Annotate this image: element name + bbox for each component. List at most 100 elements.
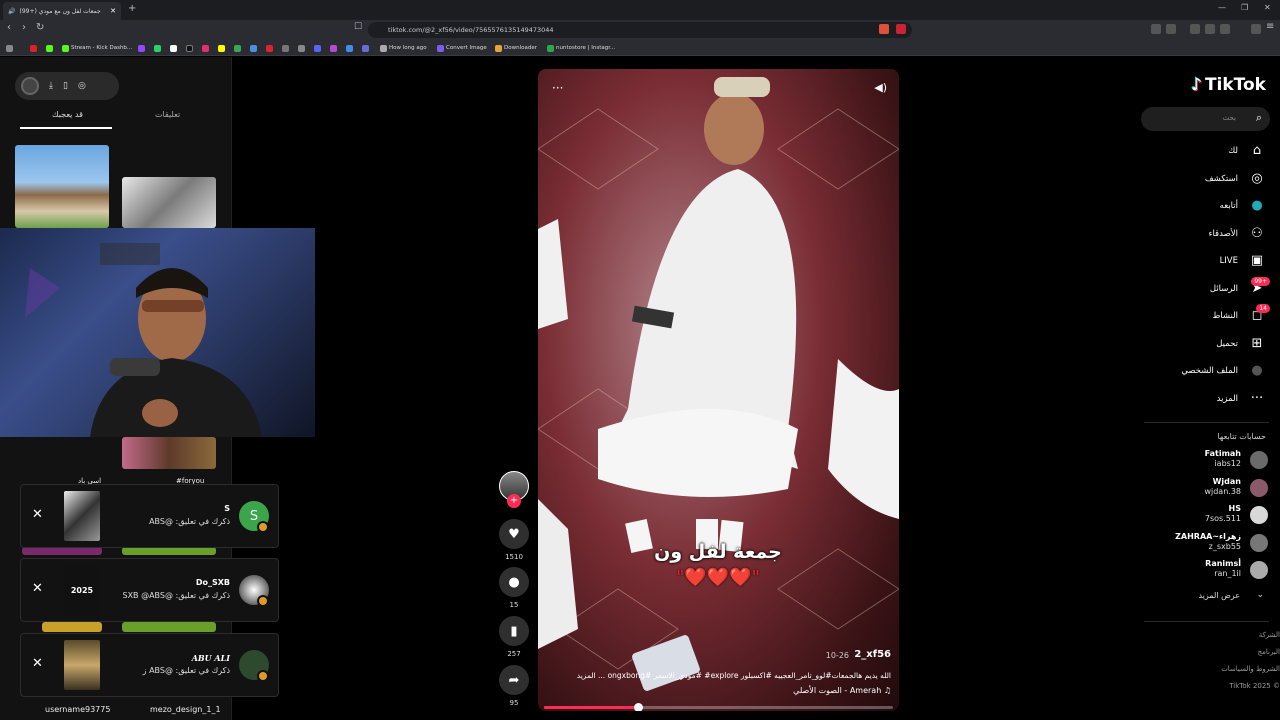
wallet-icon[interactable] (1220, 24, 1230, 34)
back-icon[interactable]: ‹ (7, 22, 11, 33)
volume-icon[interactable]: ◀︎) (874, 81, 887, 94)
bookmark-icon[interactable] (298, 43, 305, 53)
see-more-button[interactable]: عرض المزيد (1198, 591, 1240, 600)
phone-icon[interactable]: ▯ (63, 81, 68, 91)
menu-icon[interactable]: ≡ (1266, 21, 1274, 32)
sidebar-item-9[interactable]: ··· المزيد (1146, 389, 1266, 409)
new-tab-button[interactable]: + (128, 3, 136, 14)
sidebar-item-2[interactable]: ● أتابعه (1146, 196, 1266, 216)
video-thumbnail[interactable] (122, 622, 216, 632)
following-account[interactable]: Fatimah iabs12 (1148, 449, 1268, 471)
bookmark-icon[interactable] (314, 43, 321, 53)
download-icon[interactable]: ⤓ (49, 81, 53, 91)
follow-button[interactable]: + (507, 494, 521, 508)
sidebar-item-8[interactable]: ● الملف الشخصي (1146, 361, 1266, 381)
video-author[interactable]: 2_xf56 (854, 649, 891, 660)
video-thumbnail[interactable] (22, 547, 102, 555)
bookmark-icon[interactable] (282, 43, 289, 53)
extension-icon[interactable] (1166, 24, 1176, 34)
bookmark-icon[interactable] (46, 43, 53, 53)
comment-button[interactable]: ● (499, 567, 529, 597)
avatar[interactable] (1250, 561, 1268, 579)
rewards-icon[interactable] (896, 24, 906, 34)
sidebar-icon[interactable] (1205, 24, 1215, 34)
video-thumbnail[interactable] (42, 622, 102, 632)
bookmark-icon[interactable] (154, 43, 161, 53)
footer-link[interactable]: الشركة (1259, 631, 1280, 639)
bookmark-icon[interactable] (138, 43, 145, 53)
compass-icon[interactable]: ◎ (78, 81, 86, 91)
close-icon[interactable]: ✕ (32, 507, 43, 522)
bookmark-how-long-ago[interactable]: How long ago (380, 43, 427, 53)
maximize-icon[interactable]: ❐ (1241, 3, 1248, 12)
progress-knob[interactable] (634, 703, 644, 711)
video-thumbnail[interactable] (15, 145, 109, 228)
search-input[interactable]: بحث ⌕ (1141, 107, 1270, 131)
video-thumbnail[interactable] (122, 547, 216, 555)
progress-bar[interactable] (544, 703, 893, 711)
bookmark-nuntostore[interactable]: nuntostore | Instagr... (547, 43, 615, 53)
bookmark-icon[interactable] (266, 43, 273, 53)
bookmark-convert-image[interactable]: Convert Image (437, 43, 487, 53)
avatar[interactable] (1250, 533, 1268, 552)
following-account[interactable]: Ranimsأ ran_1il (1148, 559, 1268, 581)
footer-link[interactable]: البرنامج (1258, 648, 1280, 656)
address-bar[interactable]: tiktok.com/@2_xf56/video/756557613514947… (368, 22, 912, 38)
sidebar-item-6[interactable]: ◻ النشاط 14 (1146, 304, 1270, 326)
forward-icon[interactable]: › (22, 22, 26, 33)
creator-avatar[interactable] (21, 77, 39, 95)
avatar[interactable] (1250, 478, 1268, 497)
mention-notification[interactable]: ✕ S ذكرك في تعليق: @ABS S (20, 484, 279, 548)
tab-comments[interactable]: تعليقات (155, 110, 180, 119)
apps-icon[interactable] (6, 43, 13, 53)
more-options-icon[interactable]: ··· (552, 81, 563, 95)
close-tab-icon[interactable]: ✕ (110, 7, 116, 15)
search-icon[interactable]: ⌕ (1256, 111, 1262, 125)
browser-tab[interactable]: 🔊 (99+) جمعات لفل ون مع مودي ✕ (3, 2, 121, 20)
footer-link[interactable]: الشروط والسياسات (1221, 665, 1280, 673)
footer-link[interactable]: © 2025 TikTok (1229, 682, 1280, 690)
minimize-icon[interactable]: — (1218, 3, 1226, 12)
tiktok-logo[interactable]: ♪ TikTok (1191, 75, 1266, 95)
bookmark-icon[interactable] (186, 43, 193, 53)
sidebar-item-5[interactable]: ➤ الرسائل 99+ (1146, 276, 1270, 299)
sidebar-item-3[interactable]: ⚇ الأصدقاء (1146, 224, 1266, 244)
bookmark-icon[interactable] (234, 43, 241, 53)
video-player[interactable]: ··· ◀︎) جمعة لفل ون "❤️❤️❤️" 2_xf56 10-2… (538, 69, 899, 711)
following-account[interactable]: ZAHRAA~زهراء z_sxb55 (1148, 532, 1268, 554)
avatar[interactable] (1250, 451, 1268, 469)
following-account[interactable]: HS 7sos.511 (1148, 504, 1268, 526)
vpn-icon[interactable] (1251, 24, 1261, 34)
sidebar-item-0[interactable]: ⌂ لك (1146, 141, 1266, 161)
bookmark-icon[interactable] (346, 43, 353, 53)
share-button[interactable]: ➦ (499, 665, 529, 695)
following-account[interactable]: Wjdan wjdan.38 (1148, 477, 1268, 499)
sidebar-item-1[interactable]: ◎ استكشف (1146, 169, 1266, 189)
chevron-down-icon[interactable]: ⌄ (1256, 590, 1264, 600)
video-description[interactable]: الله يديم هالجمعات#لوو_تامر_العجيبه #اكس… (546, 671, 891, 680)
mention-notification[interactable]: ✕ 2025 Do_SXB ذكرك في تعليق: @SXB @ABS (20, 558, 279, 622)
video-thumbnail[interactable] (122, 437, 216, 469)
brave-shield-icon[interactable] (879, 24, 889, 34)
bookmark-icon[interactable] (330, 43, 337, 53)
bookmark-icon[interactable] (218, 43, 225, 53)
thumb-username[interactable]: mezo_design_1_1 (150, 705, 221, 714)
video-music[interactable]: ♫ Amerah - الصوت الأصلي (793, 686, 891, 695)
extension-icon[interactable] (1151, 24, 1161, 34)
close-icon[interactable]: ✕ (32, 581, 43, 596)
tab-you-may-like[interactable]: قد يعجبك (52, 110, 83, 119)
save-button[interactable]: ▮ (499, 616, 529, 646)
bookmark-page-icon[interactable]: ☐ (354, 22, 362, 32)
avatar[interactable] (1250, 506, 1268, 524)
audio-icon[interactable]: 🔊 (8, 8, 15, 15)
bookmark-icon[interactable] (170, 43, 177, 53)
bookmark-icon[interactable] (202, 43, 209, 53)
bookmark-icon[interactable] (250, 43, 257, 53)
music-icon[interactable] (1190, 24, 1200, 34)
bookmark-icon[interactable] (362, 43, 369, 53)
sidebar-item-7[interactable]: ⊞ تحميل (1146, 334, 1266, 354)
close-icon[interactable]: ✕ (32, 656, 43, 671)
thumb-username[interactable]: username93775 (45, 705, 110, 714)
bookmark-kick[interactable]: Stream - Kick Dashb... (62, 43, 132, 53)
video-thumbnail[interactable] (122, 177, 216, 228)
